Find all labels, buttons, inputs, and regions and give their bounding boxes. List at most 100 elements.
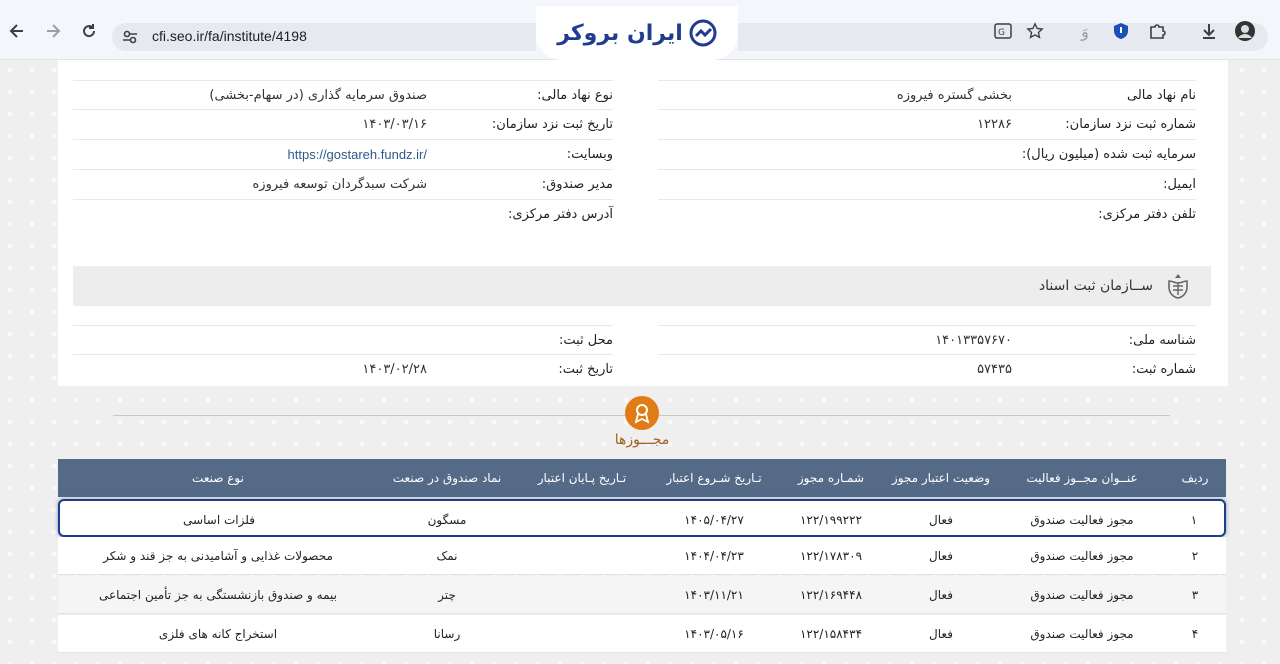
cell-index: ۴	[1191, 627, 1199, 641]
info-label: تاریخ ثبت نزد سازمان:	[491, 117, 613, 132]
cell-start-date: ۱۴۰۳/۰۵/۱۶	[684, 627, 744, 641]
column-header[interactable]: وضعیت اعتبار مجوز	[882, 459, 1000, 497]
cell-status: فعال	[929, 588, 953, 602]
cell-symbol: نمک	[436, 549, 458, 563]
cell-status: فعال	[929, 513, 953, 527]
info-label: نام نهاد مالی	[1127, 88, 1196, 103]
column-header[interactable]: نوع صنعت	[58, 459, 378, 497]
info-label: ایمیل:	[1163, 177, 1196, 192]
table-row-selected[interactable]: ۱ مجوز فعالیت صندوق فعال ۱۲۲/۱۹۹۲۲۲ ۱۴۰۵…	[58, 499, 1226, 537]
info-value: بخشی گستره فیروزه	[896, 88, 1012, 103]
info-label: آدرس دفتر مرکزی:	[508, 207, 613, 222]
licenses-title: مجـــوزها	[614, 432, 670, 448]
info-label: شناسه ملی:	[1128, 333, 1196, 348]
table-row[interactable]: ۳ مجوز فعالیت صندوق فعال ۱۲۲/۱۶۹۴۴۸ ۱۴۰۳…	[58, 576, 1226, 614]
institute-info-left: نوع نهاد مالی: صندوق سرمایه گذاری (در سه…	[73, 80, 613, 230]
shield-extension-icon[interactable]	[1110, 20, 1132, 42]
column-header[interactable]: تـاریخ شـروع اعتبار	[648, 459, 780, 497]
info-label: شماره ثبت نزد سازمان:	[1065, 117, 1196, 132]
info-label: تلفن دفتر مرکزی:	[1098, 207, 1196, 222]
info-row: وبسایت: https://gostareh.fundz.ir/	[73, 140, 613, 170]
reload-icon[interactable]	[78, 20, 100, 42]
info-label: شماره ثبت:	[1131, 362, 1196, 377]
info-row: مدیر صندوق: شرکت سبدگردان توسعه فیروزه	[73, 170, 613, 200]
info-value: ۱۴۰۱۳۳۵۷۶۷۰	[935, 333, 1012, 348]
browser-toolbar: cfi.seo.ir/fa/institute/4198 ایران بروکر…	[0, 0, 1280, 60]
cell-industry: استخراج کانه های فلزی	[158, 627, 278, 641]
cell-start-date: ۱۴۰۴/۰۴/۲۳	[684, 549, 744, 563]
info-row: محل ثبت:	[73, 325, 613, 355]
column-header[interactable]: شمـاره مجوز	[780, 459, 882, 497]
info-row: ایمیل:	[658, 170, 1196, 200]
cell-number: ۱۲۲/۱۵۸۴۳۴	[799, 627, 863, 641]
info-label: سرمایه ثبت شده (میلیون ریال):	[1021, 147, 1196, 162]
cell-end-date	[516, 501, 648, 539]
cell-symbol: رسانا	[433, 627, 461, 641]
cell-title: مجوز فعالیت صندوق	[1030, 627, 1134, 641]
cell-symbol: مسگون	[427, 513, 467, 527]
info-label: تاریخ ثبت:	[558, 362, 613, 377]
registry-emblem-icon	[1168, 274, 1188, 299]
cell-title: مجوز فعالیت صندوق	[1030, 549, 1134, 563]
institute-info-right: نام نهاد مالی بخشی گستره فیروزه شماره ثب…	[658, 80, 1196, 230]
extension-letter-icon[interactable]: وَ	[1074, 20, 1096, 42]
cell-industry: محصولات غذایی و آشامیدنی به جز قند و شکر	[103, 549, 333, 563]
cell-number: ۱۲۲/۱۷۸۳۰۹	[799, 549, 863, 563]
website-link[interactable]: https://gostareh.fundz.ir/	[288, 140, 427, 170]
forward-icon[interactable]	[42, 20, 64, 42]
cell-number: ۱۲۲/۱۶۹۴۴۸	[799, 588, 863, 602]
registry-section-header: ســازمان ثبت اسناد	[73, 266, 1211, 306]
column-header[interactable]: تـاریخ پـایان اعتبار	[516, 459, 648, 497]
cell-industry: بیمه و صندوق بازنشستگی به جز تأمین اجتما…	[99, 588, 337, 602]
info-row: شماره ثبت: ۵۷۴۳۵	[658, 355, 1196, 385]
extensions-puzzle-icon[interactable]	[1146, 20, 1168, 42]
cell-title: مجوز فعالیت صندوق	[1030, 513, 1134, 527]
column-header[interactable]: عنــوان مجــوز فعالیت	[1000, 459, 1164, 497]
info-row: تاریخ ثبت: ۱۴۰۳/۰۲/۲۸	[73, 355, 613, 385]
cell-industry: فلزات اساسی	[183, 513, 255, 527]
info-row: تاریخ ثبت نزد سازمان: ۱۴۰۳/۰۳/۱۶	[73, 110, 613, 140]
svg-text:G: G	[998, 28, 1005, 38]
info-row: شماره ثبت نزد سازمان: ۱۲۲۸۶	[658, 110, 1196, 140]
logo-chart-icon	[689, 19, 717, 47]
cell-index: ۳	[1191, 588, 1199, 602]
site-settings-icon[interactable]	[120, 27, 140, 47]
registry-title: ســازمان ثبت اسناد	[1038, 278, 1153, 294]
cell-start-date: ۱۴۰۵/۰۴/۲۷	[684, 513, 744, 527]
column-header[interactable]: ردیف	[1164, 459, 1226, 497]
cell-end-date	[516, 576, 648, 614]
cell-title: مجوز فعالیت صندوق	[1030, 588, 1134, 602]
info-value: ۱۴۰۳/۰۲/۲۸	[362, 362, 427, 377]
cell-symbol: چتر	[438, 588, 456, 602]
registry-info-left: محل ثبت: تاریخ ثبت: ۱۴۰۳/۰۲/۲۸	[73, 325, 613, 385]
cell-end-date	[516, 537, 648, 575]
cell-status: فعال	[929, 549, 953, 563]
cell-end-date	[516, 615, 648, 653]
url-text[interactable]: cfi.seo.ir/fa/institute/4198	[152, 28, 307, 44]
table-row[interactable]: ۲ مجوز فعالیت صندوق فعال ۱۲۲/۱۷۸۳۰۹ ۱۴۰۴…	[58, 537, 1226, 575]
info-row: آدرس دفتر مرکزی:	[73, 200, 613, 230]
profile-avatar-icon[interactable]	[1234, 20, 1256, 42]
award-badge-icon	[625, 396, 659, 430]
site-logo[interactable]: ایران بروکر	[536, 6, 738, 60]
info-row: تلفن دفتر مرکزی:	[658, 200, 1196, 230]
info-label: مدیر صندوق:	[541, 177, 613, 192]
column-header[interactable]: نماد صندوق در صنعت	[378, 459, 516, 497]
back-icon[interactable]	[6, 20, 28, 42]
info-row: سرمایه ثبت شده (میلیون ریال):	[658, 140, 1196, 170]
info-row: شناسه ملی: ۱۴۰۱۳۳۵۷۶۷۰	[658, 325, 1196, 355]
info-value: ۵۷۴۳۵	[977, 362, 1012, 377]
cell-start-date: ۱۴۰۳/۱۱/۲۱	[684, 588, 744, 602]
registry-info-right: شناسه ملی: ۱۴۰۱۳۳۵۷۶۷۰ شماره ثبت: ۵۷۴۳۵	[658, 325, 1196, 385]
cell-status: فعال	[929, 627, 953, 641]
cell-index: ۱	[1190, 513, 1198, 527]
info-value: شرکت سبدگردان توسعه فیروزه	[252, 177, 427, 192]
info-label: نوع نهاد مالی:	[537, 88, 613, 103]
download-icon[interactable]	[1198, 20, 1220, 42]
bookmark-star-icon[interactable]	[1024, 20, 1046, 42]
table-header: ردیف عنــوان مجــوز فعالیت وضعیت اعتبار …	[58, 459, 1226, 497]
translate-icon[interactable]: G	[992, 20, 1014, 42]
info-value: ۱۴۰۳/۰۳/۱۶	[362, 117, 427, 132]
table-row[interactable]: ۴ مجوز فعالیت صندوق فعال ۱۲۲/۱۵۸۴۳۴ ۱۴۰۳…	[58, 615, 1226, 653]
info-value: صندوق سرمایه گذاری (در سهام-بخشی)	[209, 88, 427, 103]
